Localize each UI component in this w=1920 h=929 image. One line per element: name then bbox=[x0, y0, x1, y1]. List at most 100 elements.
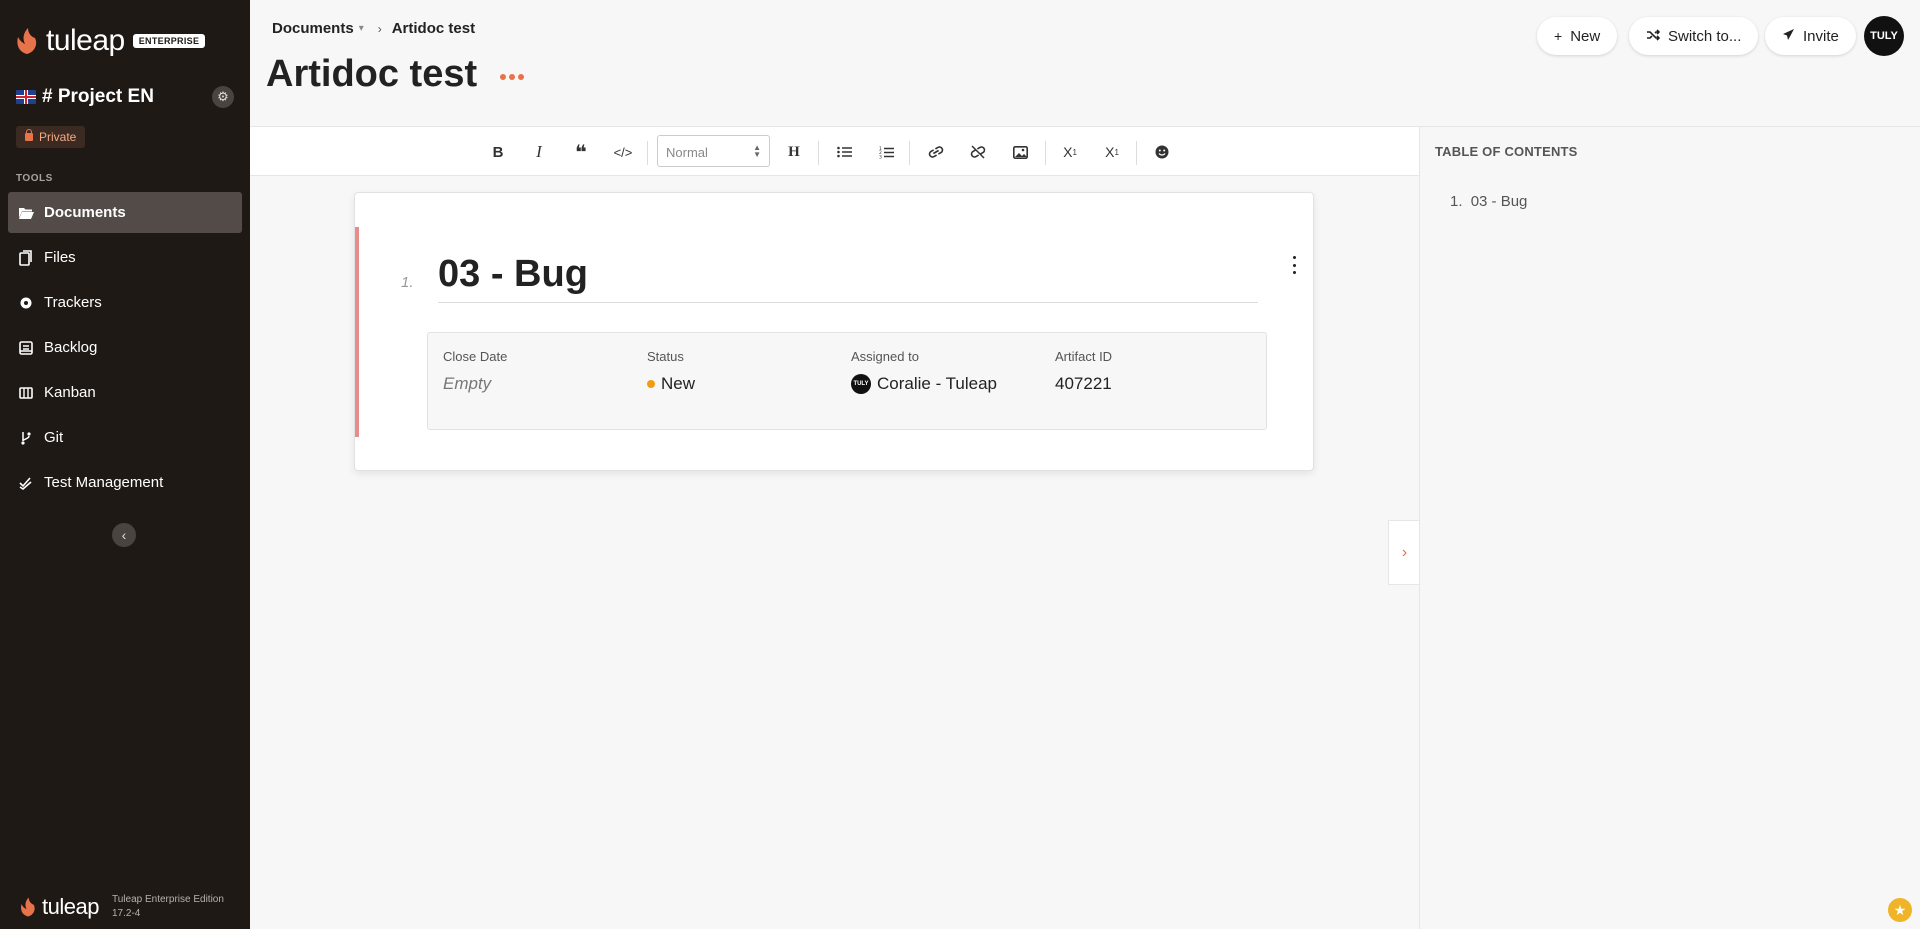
collapse-sidebar-button[interactable]: ‹ bbox=[112, 523, 136, 547]
privacy-label: Private bbox=[39, 130, 77, 144]
new-button-label: New bbox=[1570, 27, 1601, 45]
sidebar-item-backlog[interactable]: Backlog bbox=[8, 327, 242, 368]
enterprise-badge: ENTERPRISE bbox=[132, 34, 206, 48]
heading-icon[interactable]: H bbox=[782, 140, 806, 164]
git-branch-icon bbox=[18, 430, 34, 446]
section-status-bar bbox=[355, 227, 359, 437]
document-section-card[interactable]: 1. 03 - Bug Close Date Empty Status New … bbox=[354, 192, 1314, 471]
toc-title: TABLE OF CONTENTS bbox=[1435, 144, 1578, 159]
invite-label: Invite bbox=[1803, 27, 1839, 45]
field-value: 407221 bbox=[1055, 374, 1112, 393]
field-value: TULY Coralie - Tuleap bbox=[851, 374, 997, 394]
field-value: New bbox=[647, 374, 695, 394]
folder-open-icon bbox=[18, 205, 34, 221]
project-name[interactable]: # Project EN bbox=[42, 86, 212, 108]
field-label: Assigned to bbox=[851, 349, 919, 364]
tools-label: TOOLS bbox=[16, 173, 53, 184]
sidebar-item-label: Kanban bbox=[44, 384, 96, 401]
toc-toggle-button[interactable]: › bbox=[1388, 520, 1420, 585]
plus-icon: + bbox=[1554, 28, 1563, 44]
field-assigned-to: Assigned to TULY Coralie - Tuleap bbox=[851, 349, 997, 394]
select-arrows-icon: ▲ ▼ bbox=[753, 143, 761, 159]
table-of-contents: TABLE OF CONTENTS 1. 03 - Bug bbox=[1419, 127, 1920, 929]
sidebar-item-trackers[interactable]: Trackers bbox=[8, 282, 242, 323]
privacy-badge[interactable]: Private bbox=[16, 126, 86, 148]
new-button[interactable]: + New bbox=[1537, 17, 1618, 55]
kanban-icon bbox=[18, 385, 34, 401]
superscript-icon[interactable]: X1 bbox=[1100, 140, 1124, 164]
uk-flag-icon bbox=[16, 90, 36, 104]
field-label: Artifact ID bbox=[1055, 349, 1113, 364]
chevron-right-icon: › bbox=[377, 21, 382, 36]
artifact-fields: Close Date Empty Status New Assigned to … bbox=[427, 332, 1267, 430]
quote-icon[interactable]: ❝ bbox=[569, 140, 593, 164]
logo-text: tuleap bbox=[46, 24, 125, 57]
tuleap-logo-icon bbox=[21, 897, 35, 917]
field-close-date: Close Date Empty bbox=[443, 349, 507, 394]
sidebar-item-documents[interactable]: Documents bbox=[8, 192, 242, 233]
sidebar-item-git[interactable]: Git bbox=[8, 417, 242, 458]
toc-item[interactable]: 1. 03 - Bug bbox=[1450, 193, 1527, 210]
invite-button[interactable]: Invite bbox=[1765, 17, 1856, 55]
section-title[interactable]: 03 - Bug bbox=[438, 253, 588, 296]
editor-toolbar: B I ❝ </> Normal ▲ ▼ H 123 X1 X1 bbox=[250, 127, 1419, 176]
page-header: Documents ▾ › Artidoc test Artidoc test … bbox=[250, 0, 1920, 127]
field-status: Status New bbox=[647, 349, 695, 394]
subscript-icon[interactable]: X1 bbox=[1058, 140, 1082, 164]
status-value: New bbox=[661, 374, 696, 393]
document-editor: B I ❝ </> Normal ▲ ▼ H 123 X1 X1 1. 03 -… bbox=[250, 127, 1420, 929]
status-dot-icon bbox=[647, 380, 655, 388]
gear-icon[interactable]: ⚙ bbox=[212, 86, 234, 108]
unlink-icon[interactable] bbox=[966, 140, 990, 164]
field-label: Status bbox=[647, 349, 684, 364]
sidebar-item-label: Git bbox=[44, 429, 64, 446]
link-icon[interactable] bbox=[924, 140, 948, 164]
field-value: Empty bbox=[443, 374, 492, 393]
sidebar-item-label: Backlog bbox=[44, 339, 98, 356]
field-label: Close Date bbox=[443, 349, 508, 364]
sidebar-item-label: Files bbox=[44, 249, 76, 266]
sidebar: tuleap ENTERPRISE # Project EN ⚙ Private… bbox=[0, 0, 250, 929]
backlog-icon bbox=[18, 340, 34, 356]
image-icon[interactable] bbox=[1008, 140, 1032, 164]
breadcrumb: Documents ▾ › Artidoc test bbox=[272, 20, 475, 37]
sidebar-nav: Documents Files Trackers Backlog Kanban bbox=[8, 192, 242, 507]
switch-to-label: Switch to... bbox=[1668, 27, 1742, 45]
files-icon bbox=[18, 249, 34, 266]
code-icon[interactable]: </> bbox=[611, 140, 635, 164]
format-select[interactable]: Normal ▲ ▼ bbox=[657, 135, 770, 167]
field-artifact-id: Artifact ID 407221 bbox=[1055, 349, 1112, 394]
italic-icon[interactable]: I bbox=[527, 140, 551, 164]
user-avatar[interactable]: TULY bbox=[1864, 16, 1904, 56]
sidebar-item-label: Trackers bbox=[44, 294, 102, 311]
bullet-list-icon[interactable] bbox=[832, 140, 856, 164]
ordered-list-icon[interactable]: 123 bbox=[874, 140, 898, 164]
paper-plane-icon bbox=[1782, 28, 1795, 44]
avatar: TULY bbox=[851, 374, 871, 394]
check-double-icon bbox=[18, 475, 34, 491]
more-options-icon[interactable] bbox=[500, 74, 527, 80]
format-select-value: Normal bbox=[666, 145, 708, 160]
switch-to-button[interactable]: Switch to... bbox=[1629, 17, 1759, 55]
chevron-right-icon: › bbox=[1401, 543, 1408, 561]
caret-down-icon[interactable]: ▾ bbox=[359, 23, 364, 34]
sidebar-item-test-management[interactable]: Test Management bbox=[8, 462, 242, 503]
lock-icon bbox=[25, 129, 33, 141]
tuleap-logo-icon bbox=[17, 28, 37, 54]
tuleap-logo[interactable]: tuleap ENTERPRISE bbox=[16, 24, 206, 58]
chevron-left-icon: ‹ bbox=[121, 527, 127, 543]
sidebar-item-kanban[interactable]: Kanban bbox=[8, 372, 242, 413]
edition-version: 17.2-4 bbox=[112, 908, 141, 919]
edition-name: Tuleap Enterprise Edition bbox=[112, 894, 224, 905]
emoji-icon[interactable] bbox=[1150, 140, 1174, 164]
breadcrumb-artidoc[interactable]: Artidoc test bbox=[392, 20, 475, 37]
breadcrumb-documents[interactable]: Documents bbox=[272, 20, 354, 37]
page-title: Artidoc test bbox=[266, 53, 478, 95]
bold-icon[interactable]: B bbox=[486, 140, 510, 164]
project-header: # Project EN ⚙ bbox=[16, 86, 234, 108]
toc-item-label: 03 - Bug bbox=[1470, 193, 1528, 210]
star-icon[interactable]: ★ bbox=[1888, 898, 1912, 922]
sidebar-item-files[interactable]: Files bbox=[8, 237, 242, 278]
tracker-icon bbox=[18, 295, 34, 311]
section-menu-icon[interactable] bbox=[1288, 256, 1300, 274]
